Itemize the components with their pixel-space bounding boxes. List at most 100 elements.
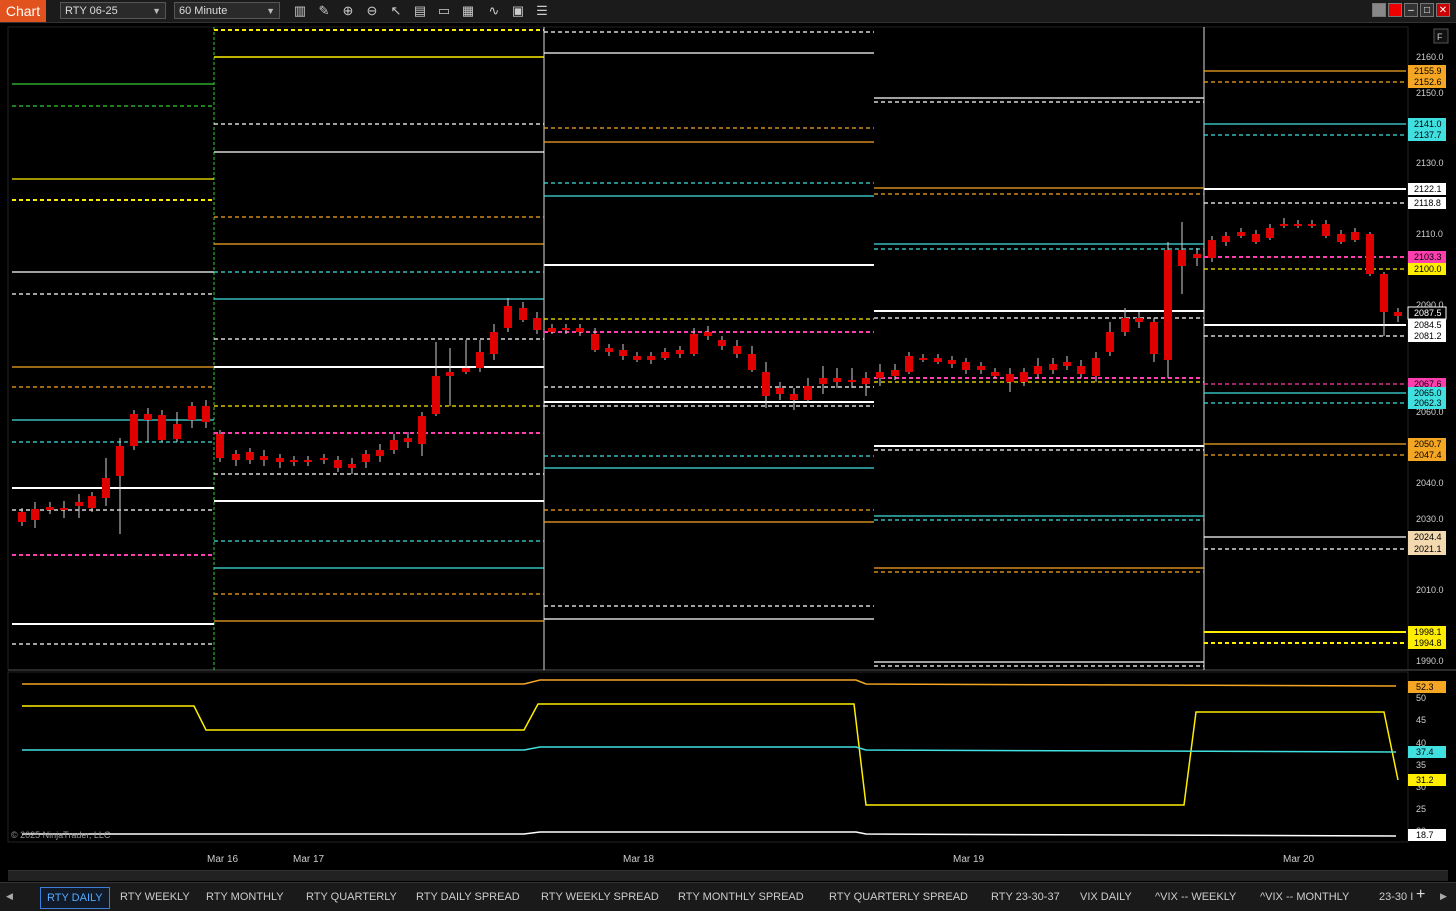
indicator-tick: 25 [1416, 804, 1426, 814]
tab-rty-quarterly-spread[interactable]: RTY QUARTERLY SPREAD [823, 887, 974, 907]
layout-icon[interactable]: ▦ [460, 3, 476, 19]
add-tab-button[interactable]: + [1416, 886, 1425, 904]
candle-body [676, 350, 684, 354]
candle-body [905, 356, 913, 372]
date-label: Mar 18 [623, 854, 655, 865]
price-tag-label: 2084.5 [1414, 320, 1442, 330]
f-marker[interactable]: F [1437, 32, 1443, 42]
pointer-icon[interactable]: ↖ [388, 3, 404, 19]
price-tags: 2155.92152.6 2141.02137.7 2122.1 2118.8 2103… [1407, 65, 1447, 841]
price-tag-label: 2118.8 [1414, 198, 1441, 208]
candle-body [476, 352, 484, 368]
tab-rty-daily[interactable]: RTY DAILY [40, 887, 110, 909]
tab-rty-23-30-37[interactable]: RTY 23-30-37 [985, 887, 1066, 907]
price-tick: 2010.0 [1416, 585, 1444, 595]
candle-body [173, 424, 181, 439]
tab-rty-monthly[interactable]: RTY MONTHLY [200, 887, 290, 907]
restore-icon[interactable] [1372, 3, 1386, 17]
price-tag-label: 2137.7 [1414, 130, 1442, 140]
tab-rty-weekly-spread[interactable]: RTY WEEKLY SPREAD [535, 887, 665, 907]
candle-body [144, 414, 152, 420]
chart-tabs-bar: ◀ RTY DAILY RTY WEEKLY RTY MONTHLY RTY Q… [0, 882, 1456, 911]
copyright-text: © 2025 NinjaTrader, LLC [11, 830, 111, 840]
candle-body [948, 360, 956, 364]
candle-body [1294, 224, 1302, 226]
price-tag-label: 2103.3 [1414, 252, 1442, 262]
chart-area[interactable]: F 2160.0 2150.0 2130.0 2110.0 2090.0 206… [0, 22, 1456, 882]
candle-body [1034, 366, 1042, 374]
candle-body [31, 509, 39, 520]
indicator-line [22, 679, 1397, 687]
tab-vix-daily[interactable]: VIX DAILY [1074, 887, 1138, 907]
candle-body [876, 372, 884, 378]
candle-body [862, 378, 870, 384]
indicators-icon[interactable]: ∿ [486, 3, 502, 19]
price-tick: 2150.0 [1416, 88, 1444, 98]
properties-icon[interactable]: ▤ [412, 3, 428, 19]
scroll-right-icon[interactable]: ▶ [1440, 891, 1447, 902]
zoom-out-icon[interactable]: ⊖ [364, 3, 380, 19]
close-icon[interactable]: ✕ [1436, 3, 1450, 17]
indicator-tag-label: 52.3 [1416, 682, 1434, 692]
tab-rty-quarterly[interactable]: RTY QUARTERLY [300, 887, 403, 907]
candle-body [490, 332, 498, 354]
candle-body [446, 372, 454, 376]
price-tag-label: 2081.2 [1414, 331, 1442, 341]
draw-pencil-icon[interactable]: ✎ [316, 3, 332, 19]
indicator-lines [22, 679, 1399, 837]
date-label: Mar 17 [293, 854, 325, 865]
price-tag-label: 2155.9 [1414, 66, 1442, 76]
candle-body [188, 406, 196, 420]
candle-body [619, 350, 627, 356]
candle-body [833, 378, 841, 382]
candle-body [202, 406, 210, 422]
candle-body [704, 332, 712, 336]
tab-vix-monthly[interactable]: ^VIX -- MONTHLY [1254, 887, 1355, 907]
bar-style-icon[interactable]: ▥ [292, 3, 308, 19]
price-tag-label: 2062.3 [1414, 398, 1442, 408]
tab-rty-weekly[interactable]: RTY WEEKLY [114, 887, 196, 907]
candle-body [246, 452, 254, 460]
candle-body [633, 356, 641, 360]
candle-body [232, 454, 240, 460]
candle-body [1337, 234, 1345, 242]
candle-body [1208, 240, 1216, 258]
close-red-icon[interactable] [1388, 3, 1402, 17]
price-chart[interactable]: F 2160.0 2150.0 2130.0 2110.0 2090.0 206… [0, 22, 1456, 882]
candle-body [88, 496, 96, 508]
price-tick: 2130.0 [1416, 158, 1444, 168]
templates-icon[interactable]: ▭ [436, 3, 452, 19]
minimize-icon[interactable]: – [1404, 3, 1418, 17]
candle-body [46, 507, 54, 510]
candle-body [1266, 228, 1274, 238]
zoom-in-icon[interactable]: ⊕ [340, 3, 356, 19]
price-tag-label: 2152.6 [1414, 77, 1442, 87]
chevron-down-icon: ▼ [266, 6, 275, 16]
tab-23-30[interactable]: 23-30 I [1373, 887, 1421, 907]
indicator-tick: 35 [1416, 760, 1426, 770]
tab-rty-daily-spread[interactable]: RTY DAILY SPREAD [410, 887, 526, 907]
tab-vix-weekly[interactable]: ^VIX -- WEEKLY [1149, 887, 1242, 907]
interval-selector[interactable]: 60 Minute ▼ [174, 2, 280, 19]
price-tag-label: 2100.0 [1414, 264, 1442, 274]
candle-body [1006, 374, 1014, 382]
candle-body [733, 346, 741, 354]
instrument-selector[interactable]: RTY 06-25 ▼ [60, 2, 166, 19]
strategies-icon[interactable]: ▣ [510, 3, 526, 19]
candle-body [562, 328, 570, 330]
candle-body [748, 354, 756, 370]
indicator-line [22, 746, 1397, 753]
tab-rty-monthly-spread[interactable]: RTY MONTHLY SPREAD [672, 887, 810, 907]
maximize-icon[interactable]: □ [1420, 3, 1434, 17]
scroll-left-icon[interactable]: ◀ [6, 891, 13, 902]
horizontal-scrollbar[interactable] [8, 870, 1448, 881]
list-icon[interactable]: ☰ [534, 3, 550, 19]
candle-body [1380, 274, 1388, 312]
candle-body [418, 416, 426, 444]
candle-body [819, 378, 827, 384]
chart-toolbar: Chart RTY 06-25 ▼ 60 Minute ▼ ▥ ✎ ⊕ ⊖ ↖ … [0, 0, 1456, 23]
price-tag-label: 2047.4 [1414, 450, 1442, 460]
candle-body [1351, 232, 1359, 240]
candle-body [991, 372, 999, 376]
candle-body [661, 352, 669, 358]
